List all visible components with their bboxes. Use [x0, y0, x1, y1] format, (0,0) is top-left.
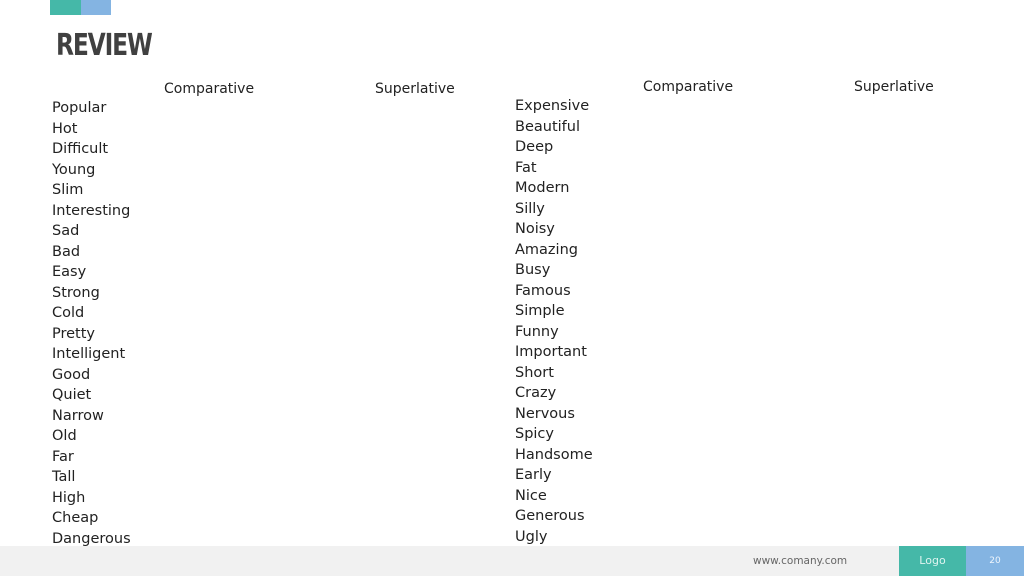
adjective-item: Difficult	[52, 141, 109, 157]
adjective-item: Sad	[52, 223, 80, 239]
left-superlative-header: Superlative	[375, 81, 455, 97]
adjective-item: Handsome	[515, 446, 593, 463]
page-number: 20	[966, 546, 1024, 576]
slide-title: REVIEW	[56, 28, 153, 63]
adjective-item: Easy	[52, 264, 87, 280]
adjective-item: Old	[52, 428, 77, 444]
adjective-item: Quiet	[52, 387, 92, 403]
adjective-item: Far	[52, 448, 74, 465]
adjective-item: Strong	[52, 284, 100, 301]
adjective-item: Narrow	[52, 407, 104, 424]
adjective-item: Expensive	[515, 98, 590, 114]
adjective-item: Funny	[515, 323, 559, 340]
adjective-item: Early	[515, 467, 552, 483]
adjective-item: Intelligent	[52, 346, 126, 362]
adjective-item: Deep	[515, 139, 554, 155]
footer-bar: www.comany.com Logo 20	[0, 546, 1024, 576]
adjective-item: Short	[515, 364, 554, 381]
adjective-item: Cheap	[52, 510, 99, 526]
adjective-item: Beautiful	[515, 118, 580, 135]
accent-blue-block	[81, 0, 111, 15]
adjective-item: Nervous	[515, 405, 575, 422]
footer-logo: Logo	[899, 546, 966, 576]
slide: REVIEW Comparative Superlative Comparati…	[0, 0, 1024, 576]
adjective-item: Modern	[515, 180, 570, 196]
adjective-item: Important	[515, 344, 587, 360]
left-comparative-header: Comparative	[164, 81, 255, 97]
adjective-item: Pretty	[52, 325, 96, 342]
adjective-item: Bad	[52, 243, 81, 260]
adjective-item: Spicy	[515, 426, 554, 442]
adjective-item: Crazy	[515, 385, 557, 401]
adjective-item: Ugly	[515, 528, 548, 545]
adjective-item: Famous	[515, 282, 571, 299]
right-comparative-header: Comparative	[643, 79, 734, 95]
footer-url: www.comany.com	[753, 555, 848, 567]
left-adjective-list: Popular Hot Difficult Young Slim Interesting S…	[52, 98, 131, 549]
adjective-item: Generous	[515, 508, 585, 524]
adjective-item: Simple	[515, 303, 565, 319]
adjective-item: Popular	[52, 100, 107, 116]
adjective-item: Cold	[52, 305, 85, 321]
adjective-item: Amazing	[515, 241, 578, 258]
adjective-item: Busy	[515, 262, 551, 278]
adjective-item: Good	[52, 366, 91, 383]
accent-teal-block	[50, 0, 81, 15]
adjective-item: Fat	[515, 159, 537, 176]
right-superlative-header: Superlative	[854, 79, 934, 95]
adjective-item: Young	[52, 161, 96, 178]
adjective-item: Nice	[515, 487, 547, 504]
adjective-item: Tall	[52, 469, 76, 485]
right-adjective-list: Expensive Beautiful Deep Fat Modern Silly Nois…	[515, 96, 593, 547]
top-accent-bar	[50, 0, 111, 15]
adjective-item: Slim	[52, 182, 84, 198]
adjective-item: Interesting	[52, 202, 131, 219]
adjective-item: Hot	[52, 120, 78, 137]
adjective-item: High	[52, 489, 86, 506]
adjective-item: Noisy	[515, 221, 555, 237]
adjective-item: Silly	[515, 200, 545, 217]
